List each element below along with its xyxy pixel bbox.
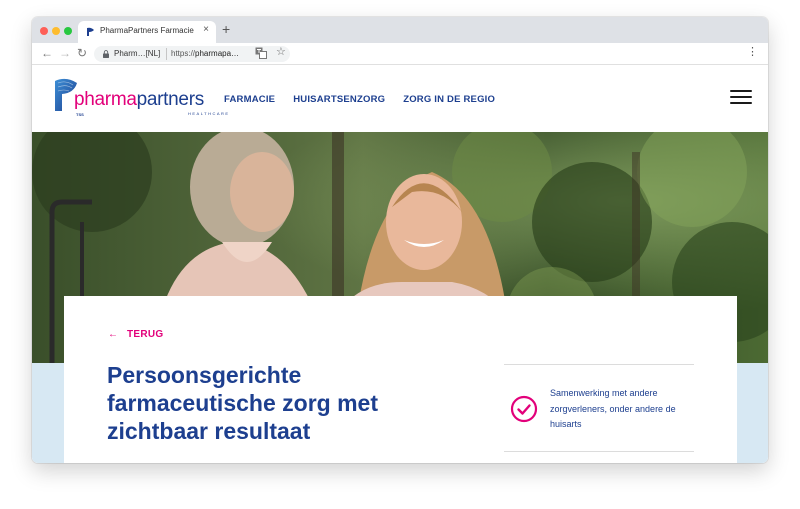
back-link[interactable]: ← TERUG [108, 329, 164, 340]
usp-item: Samenwerking met andere zorgverleners, o… [504, 364, 694, 452]
webpage: pharmapartners HEALTHCARE TSS FARMACIE H… [32, 65, 768, 463]
logo-wordmark: pharmapartners [74, 89, 204, 110]
back-arrow-icon: ← [108, 328, 118, 340]
lock-icon [103, 50, 109, 58]
nav-zorg-in-de-regio[interactable]: ZORG IN DE REGIO [403, 94, 495, 105]
browser-window: PharmaPartners Farmacie × + ← → ↻ Pharm…… [32, 17, 768, 463]
tab-close-icon[interactable]: × [203, 24, 209, 35]
site-identity-label: Pharm…[NL] [114, 49, 161, 58]
logo-badge: TSS [76, 112, 84, 117]
close-window-button[interactable] [40, 27, 48, 35]
nav-huisartsenzorg[interactable]: HUISARTSENZORG [293, 94, 385, 105]
site-header: pharmapartners HEALTHCARE TSS FARMACIE H… [32, 65, 768, 132]
tab-bar: PharmaPartners Farmacie × + [32, 17, 768, 43]
minimize-window-button[interactable] [52, 27, 60, 35]
favicon-icon [87, 27, 94, 36]
back-label: TERUG [127, 329, 164, 340]
logo-tagline: HEALTHCARE [188, 111, 230, 116]
reload-icon[interactable]: ↻ [77, 45, 87, 61]
url-text[interactable]: https://pharmapa… [171, 49, 239, 58]
maximize-window-button[interactable] [64, 27, 72, 35]
tab-title: PharmaPartners Farmacie [100, 26, 194, 35]
usp-text: Samenwerking met andere zorgverleners, o… [550, 388, 676, 429]
bookmark-star-icon[interactable]: ☆ [276, 45, 286, 58]
content-card: ← TERUG Persoonsgerichte farmaceutische … [64, 296, 737, 463]
browser-toolbar: ← → ↻ Pharm…[NL] https://pharmapa… [32, 43, 768, 65]
main-nav: FARMACIE HUISARTSENZORG ZORG IN DE REGIO [224, 94, 495, 105]
pharmapartners-logo[interactable]: pharmapartners HEALTHCARE TSS [52, 77, 228, 117]
translate-icon[interactable] [255, 47, 267, 59]
check-circle-icon [510, 395, 538, 423]
url-divider [166, 48, 167, 60]
forward-icon[interactable]: → [59, 45, 71, 61]
hamburger-menu-icon[interactable] [730, 90, 752, 104]
tab-active[interactable]: PharmaPartners Farmacie × [78, 21, 216, 43]
nav-farmacie[interactable]: FARMACIE [224, 94, 275, 105]
browser-menu-icon[interactable]: ⋮ [747, 45, 758, 59]
page-title: Persoonsgerichte farmaceutische zorg met… [107, 362, 378, 444]
back-icon[interactable]: ← [41, 45, 53, 61]
new-tab-button[interactable]: + [222, 20, 230, 38]
